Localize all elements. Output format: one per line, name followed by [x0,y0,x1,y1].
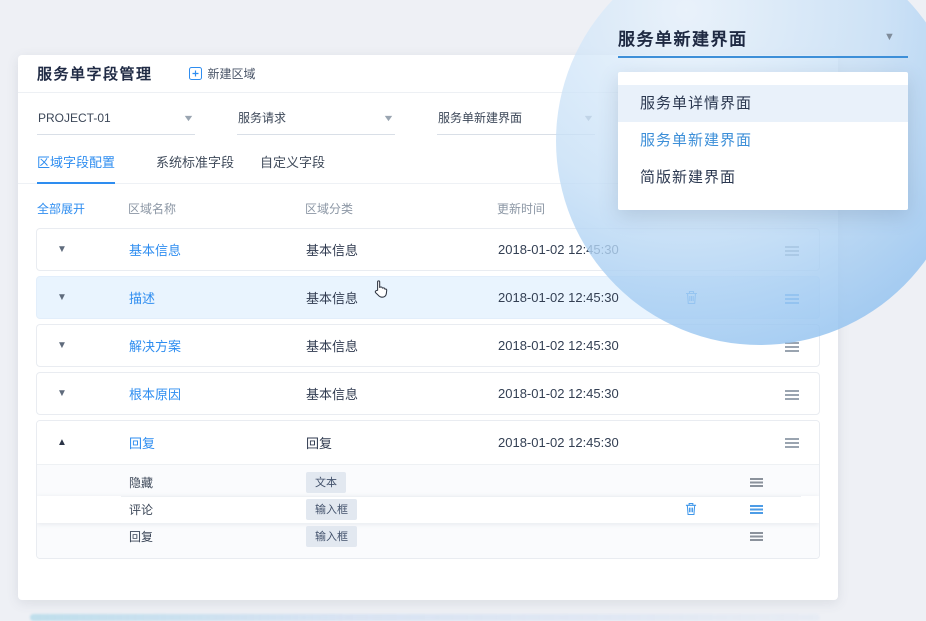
row-name-link[interactable]: 回复 [129,433,306,452]
table-row[interactable]: ▼ 描述 基本信息 2018-01-02 12:45:30 [36,276,820,319]
project-select[interactable]: PROJECT-01 ▼ [37,105,195,135]
caret-down-icon[interactable]: ▼ [37,292,129,303]
field-sub-row[interactable]: 回复 输入框 [37,523,819,550]
field-label: 评论 [129,501,306,518]
field-label: 隐藏 [129,474,306,491]
decorative-glow [30,614,820,621]
caret-down-icon[interactable]: ▼ [37,244,129,255]
table-row[interactable]: ▲ 回复 回复 2018-01-02 12:45:30 [37,421,819,464]
field-label: 回复 [129,528,306,545]
row-name-link[interactable]: 基本信息 [129,240,306,259]
row-category: 基本信息 [306,288,498,307]
caret-up-icon[interactable]: ▲ [37,437,129,448]
chevron-down-icon: ▼ [582,113,594,123]
page-title: 服务单字段管理 [37,63,153,84]
tab-custom-fields[interactable]: 自定义字段 [260,143,325,183]
menu-icon[interactable] [785,390,799,400]
chevron-down-icon: ▼ [382,113,394,123]
dropdown-option[interactable]: 简版新建界面 [618,159,908,196]
caret-down-icon[interactable]: ▼ [37,340,129,351]
row-updated: 2018-01-02 12:45:30 [498,435,619,450]
screen: 服务单字段管理 新建区域 PROJECT-01 ▼ 服务请求 ▼ [0,0,926,621]
menu-icon[interactable] [785,246,799,256]
row-name-link[interactable]: 解决方案 [129,336,306,355]
field-type-badge: 输入框 [306,526,357,547]
menu-icon[interactable] [785,294,799,304]
table-row[interactable]: ▼ 解决方案 基本信息 2018-01-02 12:45:30 [36,324,820,367]
trash-icon[interactable] [685,502,697,516]
row-name-link[interactable]: 根本原因 [129,384,306,403]
table-row[interactable]: ▼ 基本信息 基本信息 2018-01-02 12:45:30 [36,228,820,271]
chevron-down-icon: ▼ [182,113,194,123]
new-area-button[interactable]: 新建区域 [189,65,256,82]
expand-all-link[interactable]: 全部展开 [37,200,128,217]
row-category: 基本信息 [306,240,498,259]
caret-down-icon[interactable]: ▼ [37,388,129,399]
field-sub-list: 隐藏 文本 评论 输入框 [37,464,819,558]
menu-icon[interactable] [785,342,799,352]
dropdown-option[interactable]: 服务单详情界面 [618,85,908,122]
service-type-select[interactable]: 服务请求 ▼ [237,105,395,135]
row-updated: 2018-01-02 12:45:30 [498,242,619,257]
magnified-dropdown-panel: 服务单详情界面 服务单新建界面 简版新建界面 [618,72,908,210]
tab-area-field-config[interactable]: 区域字段配置 [37,143,115,184]
divider [121,496,801,497]
menu-icon[interactable] [750,505,763,514]
magnified-select-underline [618,56,908,58]
tab-system-standard-fields[interactable]: 系统标准字段 [156,143,234,183]
menu-icon[interactable] [785,438,799,448]
menu-icon[interactable] [750,532,763,541]
table-row[interactable]: ▼ 根本原因 基本信息 2018-01-02 12:45:30 [36,372,820,415]
field-sub-row[interactable]: 隐藏 文本 [37,469,819,496]
service-type-select-value: 服务请求 [238,109,286,126]
row-updated: 2018-01-02 12:45:30 [498,290,619,305]
field-sub-row[interactable]: 评论 输入框 [37,496,819,523]
menu-icon[interactable] [750,478,763,487]
column-header-category: 区域分类 [305,200,497,217]
row-category: 基本信息 [306,336,498,355]
column-header-name: 区域名称 [128,200,305,217]
expanded-row-group: ▲ 回复 回复 2018-01-02 12:45:30 隐藏 文本 [36,420,820,559]
dropdown-option[interactable]: 服务单新建界面 [618,122,908,159]
trash-icon[interactable] [685,290,698,305]
field-type-badge: 文本 [306,472,346,493]
plus-square-icon [189,67,202,80]
row-name-link[interactable]: 描述 [129,288,306,307]
interface-select[interactable]: 服务单新建界面 ▼ [437,105,595,135]
field-type-badge: 输入框 [306,499,357,520]
row-updated: 2018-01-02 12:45:30 [498,386,619,401]
interface-select-value: 服务单新建界面 [438,109,522,126]
row-category: 回复 [306,433,498,452]
project-select-value: PROJECT-01 [38,111,111,125]
new-area-label: 新建区域 [208,65,256,82]
magnified-select-value[interactable]: 服务单新建界面 [618,25,748,50]
row-updated: 2018-01-02 12:45:30 [498,338,619,353]
chevron-down-icon[interactable]: ▼ [884,31,895,43]
row-category: 基本信息 [306,384,498,403]
divider [121,523,801,524]
